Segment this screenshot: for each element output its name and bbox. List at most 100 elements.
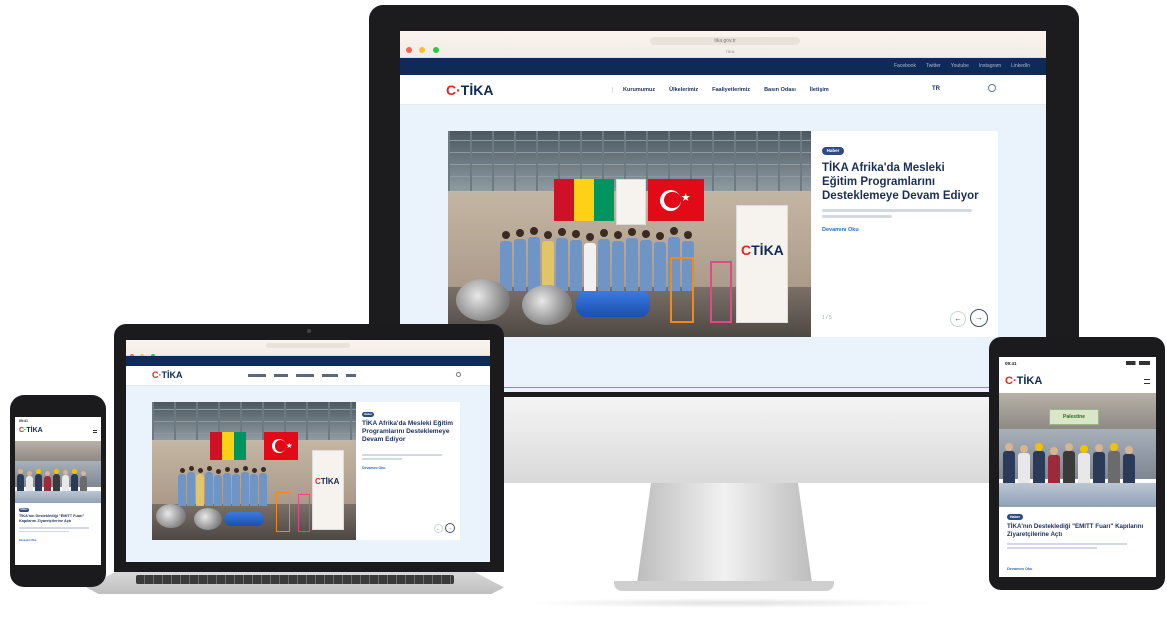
search-icon[interactable] <box>456 372 461 377</box>
laptop-screen: C·TİKA ★ CTİKA Haber TİKA Afrika'da Mesl… <box>126 340 490 562</box>
flag-turkey: ★ <box>264 432 298 460</box>
slide-title[interactable]: TİKA Afrika'da Mesleki Eğitim Programlar… <box>362 420 454 444</box>
logo-text: TİKA <box>460 82 494 98</box>
address-bar[interactable]: tika.gov.tr <box>650 37 800 45</box>
nav-menu <box>248 374 356 377</box>
slide-title[interactable]: TİKA'nın Desteklediği "EMITT Fuarı" Kapı… <box>19 514 97 524</box>
site-logo[interactable]: C·TİKA <box>1005 375 1042 387</box>
window-controls[interactable] <box>406 40 439 58</box>
hero-photo[interactable]: ★ CTİKA <box>448 131 811 337</box>
exhibition-banner: Palestine <box>1049 409 1099 425</box>
read-more-link[interactable]: Devamını Oku <box>362 466 385 470</box>
flag-guinea <box>210 432 246 460</box>
nav-item-kurumumuz[interactable]: Kurumumuz <box>623 87 655 93</box>
engine-part <box>194 508 222 530</box>
news-badge: Haber <box>1007 514 1023 520</box>
floor-shadow <box>520 598 940 608</box>
hand-truck-orange <box>276 492 290 532</box>
engine-part <box>156 504 186 528</box>
hamburger-menu-icon[interactable] <box>1144 379 1150 384</box>
logo-mark: C· <box>1005 375 1017 387</box>
site-logo[interactable]: C·TİKA <box>446 82 493 98</box>
nav-item-basin-odasi[interactable]: Basın Odası <box>764 87 796 93</box>
tablet: 09:41 C·TİKA Palestine Haber TİKA'nın De… <box>989 337 1165 590</box>
slide-title[interactable]: TİKA Afrika'da Mesleki Eğitim Programlar… <box>822 161 982 203</box>
nav-item[interactable] <box>346 374 356 377</box>
group-of-people <box>500 221 730 291</box>
read-more-link[interactable]: Devamını Oku <box>1007 567 1032 571</box>
nav-item-ulkelerimiz[interactable]: Ülkelerimiz <box>669 87 698 93</box>
social-topbar <box>126 356 490 366</box>
browser-toolbar <box>126 340 490 358</box>
nav-menu: Kurumumuz Ülkelerimiz Faaliyetlerimiz Ba… <box>612 87 829 93</box>
hero-photo[interactable]: Palestine <box>999 393 1156 507</box>
hand-truck-pink <box>710 261 732 323</box>
tab-title: TİKA <box>725 49 735 54</box>
social-link-youtube[interactable]: Youtube <box>951 63 969 69</box>
slide-excerpt <box>1007 543 1127 549</box>
slide-excerpt <box>19 527 89 532</box>
slide-excerpt <box>822 209 982 218</box>
site-logo[interactable]: C·TİKA <box>19 427 43 434</box>
address-text: tika.gov.tr <box>714 38 736 44</box>
news-badge: Haber <box>362 412 374 417</box>
tika-rollup-banner: CTİKA <box>736 205 788 323</box>
site-logo[interactable]: C·TİKA <box>152 370 183 380</box>
tika-banner-small <box>616 179 646 225</box>
hamburger-menu-icon[interactable] <box>93 430 97 433</box>
address-bar[interactable] <box>266 343 350 348</box>
nav-item-iletisim[interactable]: İletişim <box>810 87 829 93</box>
hero-photo[interactable] <box>15 441 101 503</box>
hero-photo[interactable]: ★ CTİKA <box>152 402 356 540</box>
nav-item[interactable] <box>274 374 288 377</box>
imac-stand <box>637 483 812 583</box>
air-compressor <box>224 512 264 526</box>
engine-part <box>522 285 572 325</box>
imac-stand-base <box>614 581 834 591</box>
language-switch[interactable]: TR <box>932 86 940 92</box>
status-icons <box>1126 361 1150 365</box>
prev-slide-button[interactable]: ← <box>434 524 443 533</box>
social-link-twitter[interactable]: Twitter <box>926 63 941 69</box>
read-more-link[interactable]: Devamını Oku <box>19 539 36 542</box>
maximize-icon[interactable] <box>432 47 439 53</box>
laptop: C·TİKA ★ CTİKA Haber TİKA Afrika'da Mesl… <box>86 324 504 604</box>
news-badge: Haber <box>19 508 29 512</box>
engine-part <box>456 279 510 321</box>
air-compressor <box>576 291 650 317</box>
hero-slide: ★ CTİKA Haber TİKA Afrika'da Mesleki Eği… <box>448 131 998 337</box>
browser-tab[interactable]: TİKA <box>690 48 770 55</box>
hand-truck-pink <box>298 494 310 532</box>
logo-text: TİKA <box>26 427 43 434</box>
divider-line <box>448 387 998 388</box>
tablet-screen: 09:41 C·TİKA Palestine Haber TİKA'nın De… <box>999 357 1156 577</box>
logo-text: TİKA <box>1016 375 1043 387</box>
nav-item-faaliyetlerimiz[interactable]: Faaliyetlerimiz <box>712 87 750 93</box>
laptop-keyboard <box>136 575 454 584</box>
logo-mark: C· <box>446 82 461 98</box>
minimize-icon[interactable] <box>419 47 426 53</box>
status-time: 09:41 <box>19 419 28 423</box>
nav-item[interactable] <box>296 374 314 377</box>
nav-item[interactable] <box>248 374 266 377</box>
next-slide-button[interactable]: → <box>970 309 988 327</box>
phone-screen: 09:41 C·TİKA Haber TİKA'nın Desteklediği… <box>15 417 101 565</box>
search-icon[interactable] <box>988 84 996 92</box>
next-slide-button[interactable]: → <box>445 523 455 533</box>
nav-item[interactable] <box>322 374 338 377</box>
group-of-people <box>1003 439 1153 487</box>
logo-mark: C· <box>152 370 162 380</box>
star-icon: ★ <box>680 192 691 205</box>
social-link-instagram[interactable]: Instagram <box>979 63 1001 69</box>
logo-text: TİKA <box>161 370 183 380</box>
slide-pager: 1 / 5 <box>822 315 832 321</box>
read-more-link[interactable]: Devamını Oku <box>822 227 859 233</box>
prev-slide-button[interactable]: ← <box>950 311 966 327</box>
browser-toolbar: tika.gov.tr TİKA <box>400 31 1046 58</box>
slide-title[interactable]: TİKA'nın Desteklediği "EMITT Fuarı" Kapı… <box>1007 523 1147 539</box>
group-of-people <box>17 467 99 493</box>
close-icon[interactable] <box>406 47 412 53</box>
social-link-linkedin[interactable]: LinkedIn <box>1011 63 1030 69</box>
hand-truck-orange <box>670 257 694 323</box>
social-link-facebook[interactable]: Facebook <box>894 63 916 69</box>
